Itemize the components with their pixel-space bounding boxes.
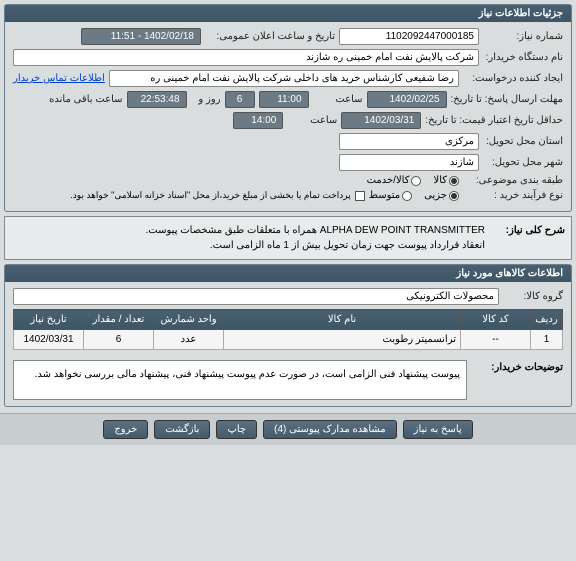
- group-label: گروه کالا:: [503, 291, 563, 302]
- cell-date: 1402/03/31: [14, 330, 84, 350]
- state-field: مرکزی: [339, 133, 479, 150]
- city-label: شهر محل تحویل:: [483, 157, 563, 168]
- need-no-label: شماره نیاز:: [483, 31, 563, 42]
- cat-goods-label: کالا: [433, 175, 447, 186]
- requester-field: رضا شفیعی کارشناس خرید های داخلی شرکت پا…: [109, 70, 459, 87]
- proc-med-label: متوسط: [369, 190, 400, 201]
- respond-button[interactable]: پاسخ به نیاز: [403, 420, 473, 439]
- col-code: کد کالا: [461, 310, 531, 330]
- col-name: نام کالا: [224, 310, 461, 330]
- description-box: شرح کلی نیاز: ALPHA DEW POINT TRANSMITTE…: [4, 216, 572, 260]
- panel2-title: اطلاعات کالاهای مورد نیاز: [5, 265, 571, 282]
- city-field: شازند: [339, 154, 479, 171]
- treasury-checkbox[interactable]: [355, 191, 365, 201]
- back-button[interactable]: بازگشت: [154, 420, 210, 439]
- radio-service[interactable]: [411, 176, 421, 186]
- col-date: تاریخ نیاز: [14, 310, 84, 330]
- process-radio-group: جزیی متوسط: [369, 190, 459, 201]
- button-bar: پاسخ به نیاز مشاهده مدارک پیوستی (4) چاپ…: [0, 413, 576, 445]
- deadline-date: 1402/02/25: [367, 91, 447, 108]
- note-box: پیوست پیشنهاد فنی الزامی است، در صورت عد…: [13, 360, 467, 400]
- category-label: طبقه بندی موضوعی:: [463, 175, 563, 186]
- col-qty: تعداد / مقدار: [84, 310, 154, 330]
- col-row: ردیف: [531, 310, 563, 330]
- cell-qty: 6: [84, 330, 154, 350]
- cell-code: --: [461, 330, 531, 350]
- buyer-label: نام دستگاه خریدار:: [483, 52, 563, 63]
- deadline-time: 11:00: [259, 91, 309, 108]
- radio-goods[interactable]: [449, 176, 459, 186]
- pay-note: پرداخت تمام یا بخشی از مبلغ خرید،از محل …: [70, 190, 350, 201]
- countdown-field: 22:53:48: [127, 91, 187, 108]
- desc-line1: ALPHA DEW POINT TRANSMITTER همراه با متع…: [11, 223, 485, 238]
- requester-label: ایجاد کننده درخواست:: [463, 73, 563, 84]
- goods-table: ردیف کد کالا نام کالا واحد شمارش تعداد /…: [13, 309, 563, 350]
- validity-time: 14:00: [233, 112, 283, 129]
- radio-small[interactable]: [449, 191, 459, 201]
- print-button[interactable]: چاپ: [216, 420, 257, 439]
- desc-line2: انعقاد قرارداد پیوست جهت زمان تحویل بیش …: [11, 238, 485, 253]
- exit-button[interactable]: خروج: [103, 420, 148, 439]
- need-details-panel: جزئیات اطلاعات نیاز شماره نیاز: 11020924…: [4, 4, 572, 212]
- validity-date: 1402/03/31: [341, 112, 421, 129]
- time-label-2: ساعت: [287, 115, 337, 126]
- category-radio-group: کالا کالا/خدمت: [367, 175, 459, 186]
- attachments-button[interactable]: مشاهده مدارک پیوستی (4): [263, 420, 397, 439]
- cell-row: 1: [531, 330, 563, 350]
- validity-label: حداقل تاریخ اعتبار قیمت: تا تاریخ:: [425, 115, 563, 126]
- col-unit: واحد شمارش: [154, 310, 224, 330]
- contact-link[interactable]: اطلاعات تماس خریدار: [13, 73, 105, 84]
- desc-label: شرح کلی نیاز:: [485, 223, 565, 253]
- day-label: روز و: [191, 94, 221, 105]
- buyer-field: شرکت پالایش نفت امام خمینی ره شازند: [13, 49, 479, 66]
- table-row[interactable]: 1 -- ترانسمیتر رطوبت عدد 6 1402/03/31: [14, 330, 563, 350]
- note-label: توضیحات خریدار:: [473, 356, 563, 400]
- announce-field: 1402/02/18 - 11:51: [81, 28, 201, 45]
- panel1-title: جزئیات اطلاعات نیاز: [5, 5, 571, 22]
- remain-label: ساعت باقی مانده: [49, 94, 122, 105]
- cell-name: ترانسمیتر رطوبت: [224, 330, 461, 350]
- time-label-1: ساعت: [313, 94, 363, 105]
- group-field: محصولات الکترونیکی: [13, 288, 499, 305]
- proc-small-label: جزیی: [424, 190, 447, 201]
- announce-label: تاریخ و ساعت اعلان عمومی:: [205, 31, 335, 42]
- radio-medium[interactable]: [402, 191, 412, 201]
- cat-service-label: کالا/خدمت: [367, 175, 410, 186]
- need-no-field: 1102092447000185: [339, 28, 479, 45]
- cell-unit: عدد: [154, 330, 224, 350]
- state-label: استان محل تحویل:: [483, 136, 563, 147]
- deadline-label: مهلت ارسال پاسخ: تا تاریخ:: [451, 94, 563, 105]
- goods-panel: اطلاعات کالاهای مورد نیاز گروه کالا: محص…: [4, 264, 572, 407]
- process-label: نوع فرآیند خرید :: [463, 190, 563, 201]
- days-field: 6: [225, 91, 255, 108]
